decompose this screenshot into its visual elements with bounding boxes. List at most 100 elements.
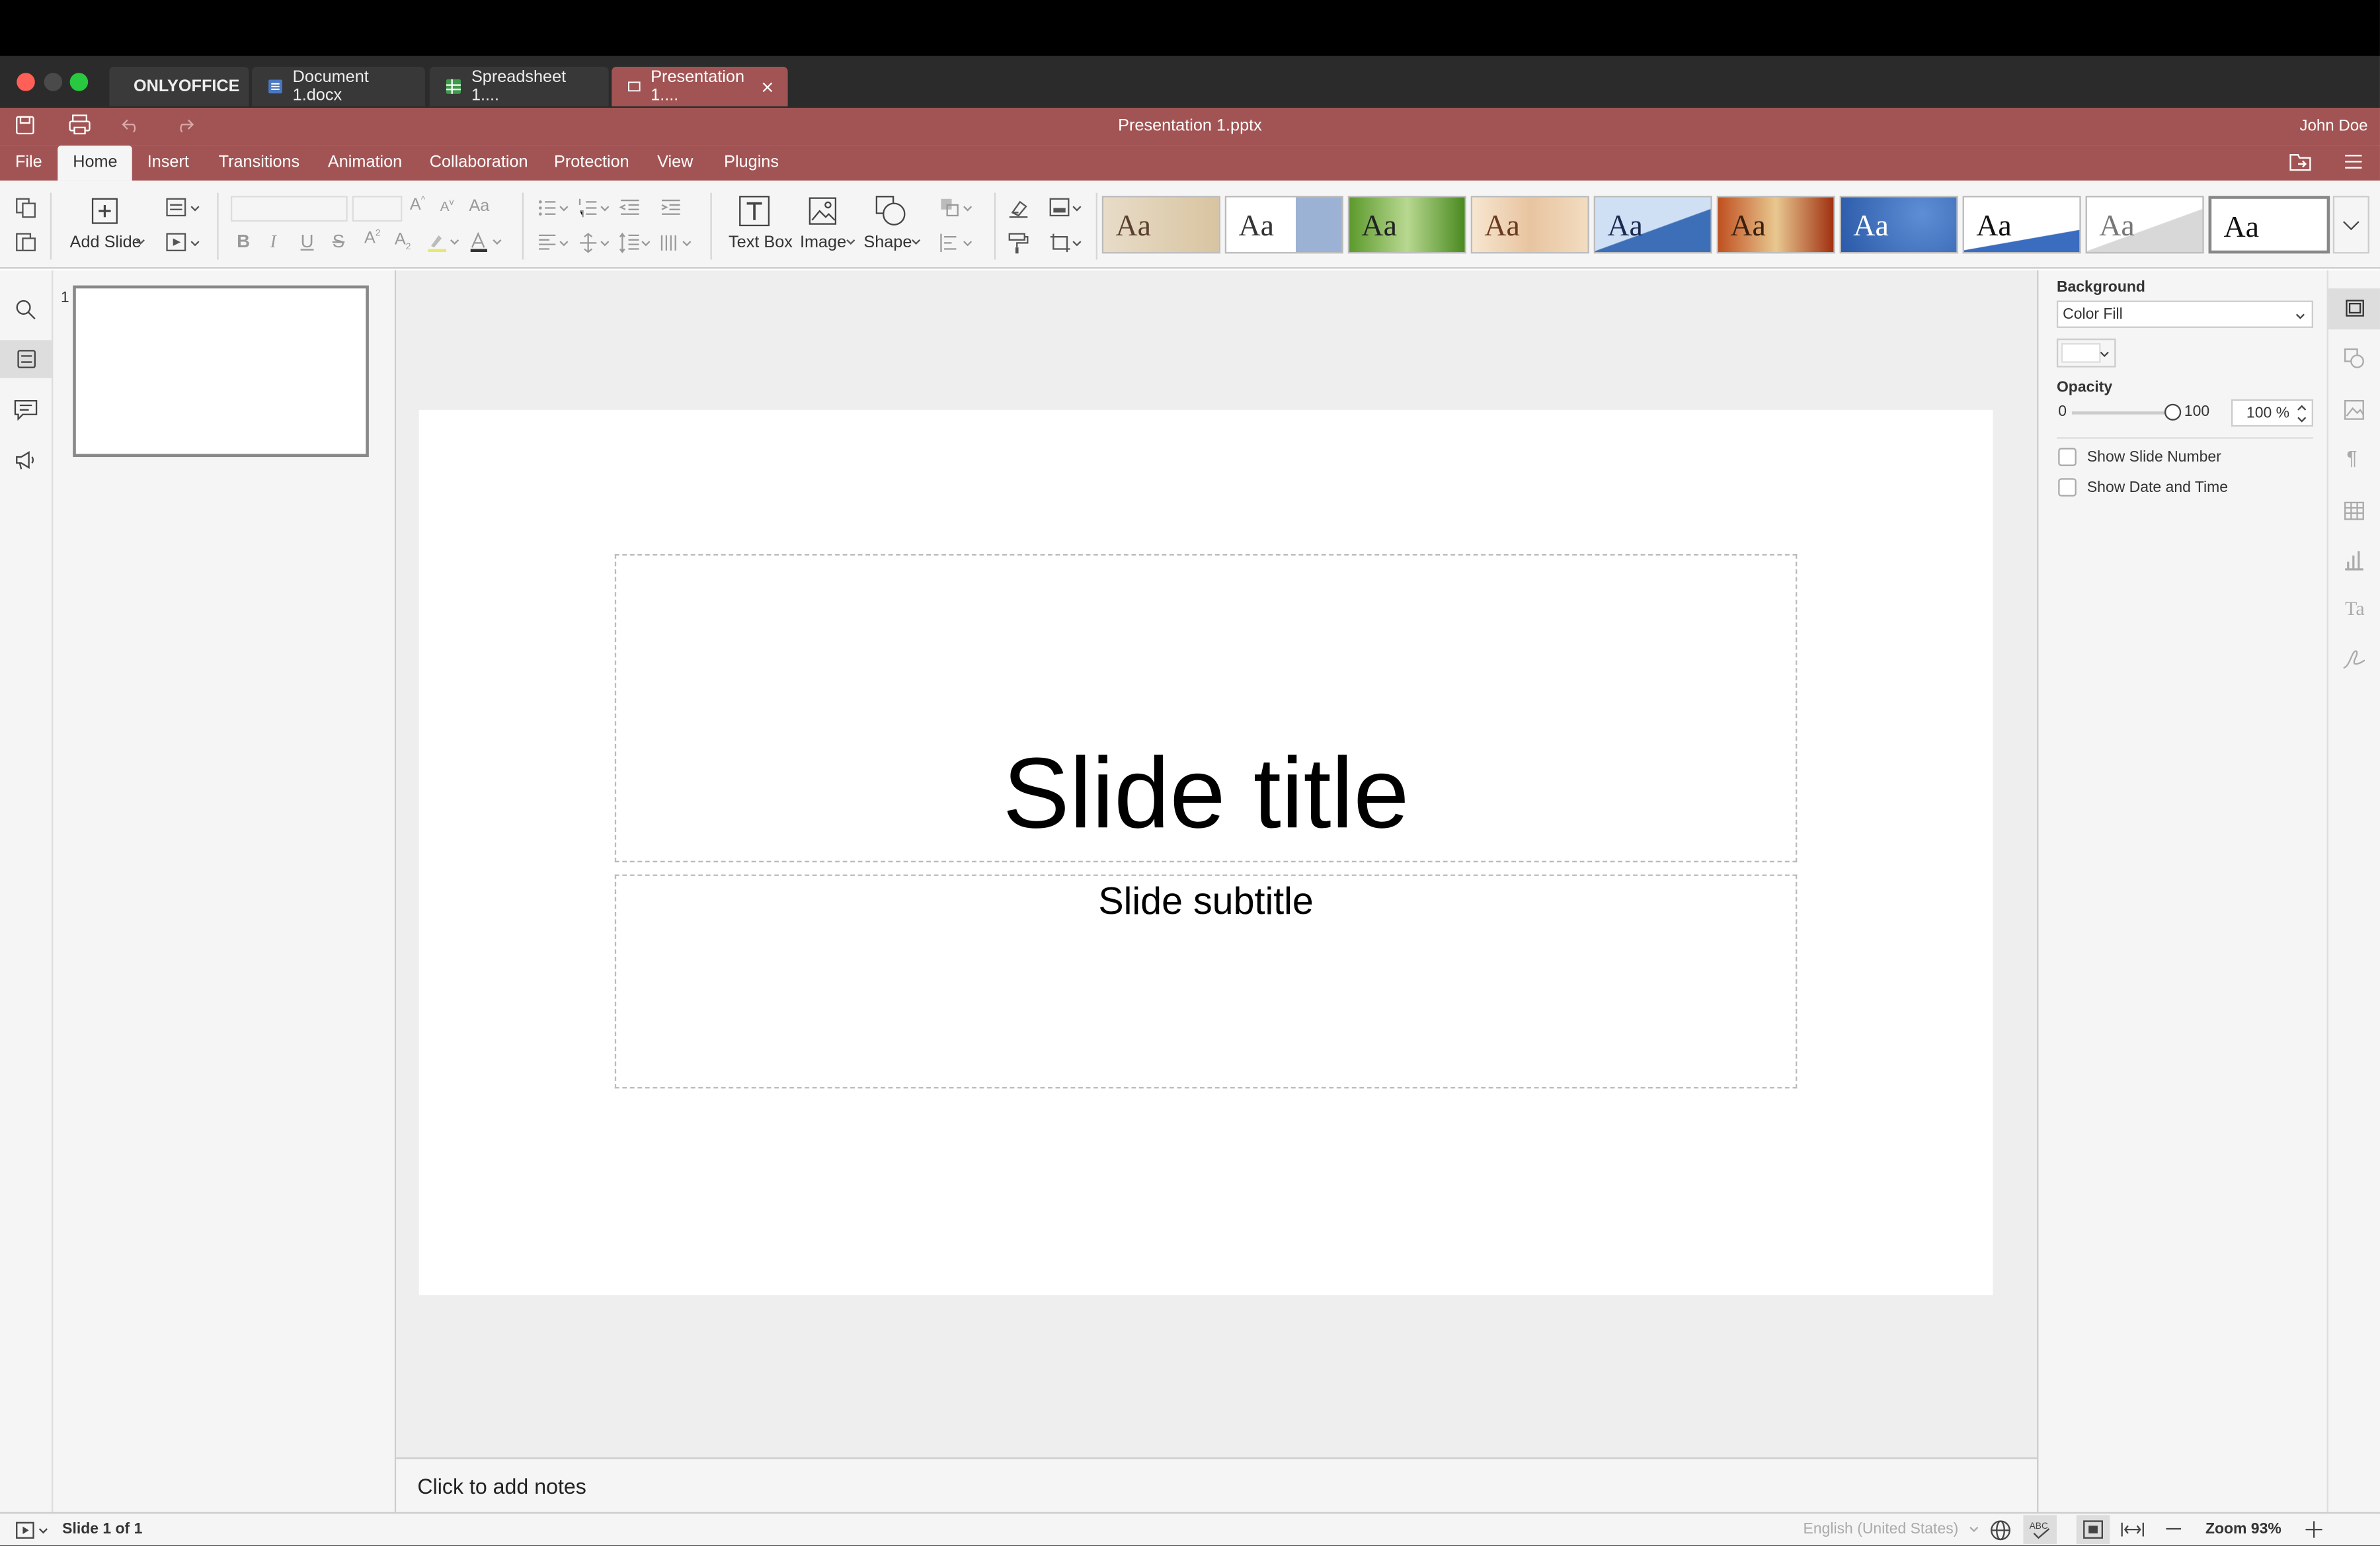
- decrease-font-icon[interactable]: Av: [440, 199, 454, 214]
- slideshow-start-icon[interactable]: [15, 1521, 52, 1539]
- user-name[interactable]: John Doe: [2277, 108, 2367, 145]
- strikethrough-icon[interactable]: S: [333, 231, 344, 252]
- tab-onlyoffice[interactable]: ONLYOFFICE: [109, 67, 249, 106]
- slide-settings-tab[interactable]: [2328, 288, 2380, 330]
- chevron-down-icon[interactable]: [911, 238, 922, 245]
- show-slide-number-checkbox[interactable]: [2058, 448, 2077, 466]
- theme-thumbnail-5[interactable]: Aa: [1593, 196, 1712, 254]
- theme-thumbnail-blank[interactable]: Aa: [2208, 196, 2330, 254]
- paragraph-settings-icon[interactable]: ¶: [2346, 446, 2357, 469]
- font-color-icon[interactable]: [469, 231, 505, 253]
- language-select[interactable]: English (United States): [1804, 1521, 1959, 1537]
- theme-thumbnail-3[interactable]: Aa: [1347, 196, 1466, 254]
- menu-plugins[interactable]: Plugins: [709, 145, 794, 181]
- fit-slide-button[interactable]: [2076, 1515, 2110, 1544]
- zoom-in-icon[interactable]: [2305, 1521, 2322, 1538]
- show-date-time-checkbox[interactable]: [2058, 478, 2077, 497]
- font-family-select[interactable]: [230, 196, 348, 222]
- tab-presentation[interactable]: Presentation 1....: [612, 67, 788, 106]
- vertical-align-icon[interactable]: [578, 232, 612, 253]
- paste-icon[interactable]: [15, 231, 36, 252]
- print-icon[interactable]: [68, 114, 91, 135]
- notes-placeholder[interactable]: Click to add notes: [417, 1474, 586, 1498]
- menu-animation[interactable]: Animation: [313, 145, 417, 181]
- change-color-theme-icon[interactable]: [1049, 197, 1085, 218]
- comments-icon[interactable]: [14, 399, 38, 421]
- slide-thumbnail[interactable]: [73, 285, 369, 458]
- bold-icon[interactable]: B: [237, 231, 250, 252]
- maximize-window-button[interactable]: [69, 73, 89, 91]
- redo-icon[interactable]: [175, 117, 194, 134]
- open-file-location-icon[interactable]: [2289, 152, 2311, 172]
- undo-icon[interactable]: [122, 117, 141, 134]
- theme-thumbnail-1[interactable]: Aa: [1101, 196, 1220, 254]
- chart-settings-icon[interactable]: [2344, 549, 2365, 571]
- table-settings-icon[interactable]: [2344, 501, 2365, 521]
- numbering-icon[interactable]: [578, 197, 612, 218]
- zoom-out-icon[interactable]: [2166, 1527, 2182, 1531]
- align-objects-icon[interactable]: [939, 232, 976, 253]
- tab-spreadsheet[interactable]: Spreadsheet 1....: [429, 67, 609, 106]
- chevron-down-icon[interactable]: [846, 238, 856, 245]
- chevron-down-icon[interactable]: [1969, 1526, 1979, 1533]
- highlight-color-icon[interactable]: [426, 231, 463, 253]
- menu-insert[interactable]: Insert: [132, 145, 204, 181]
- add-slide-icon[interactable]: [91, 197, 118, 224]
- search-icon[interactable]: [15, 299, 36, 320]
- save-icon[interactable]: [15, 115, 35, 135]
- change-case-icon[interactable]: Aa: [469, 197, 489, 216]
- show-slide-number-label[interactable]: Show Slide Number: [2087, 450, 2221, 466]
- theme-thumbnail-4[interactable]: Aa: [1470, 196, 1589, 254]
- italic-icon[interactable]: I: [270, 231, 276, 253]
- signature-settings-icon[interactable]: [2342, 648, 2367, 671]
- shape-label[interactable]: Shape: [863, 234, 912, 253]
- menu-transitions[interactable]: Transitions: [204, 145, 315, 181]
- slides-panel-toggle[interactable]: [0, 340, 54, 378]
- text-box-icon[interactable]: [738, 194, 772, 228]
- bullets-icon[interactable]: [537, 197, 571, 218]
- subtitle-placeholder[interactable]: Slide subtitle: [614, 874, 1798, 1089]
- menu-home[interactable]: Home: [58, 145, 133, 181]
- theme-thumbnail-6[interactable]: Aa: [1716, 196, 1835, 254]
- background-color-picker[interactable]: [2056, 338, 2116, 368]
- slide-title-text[interactable]: Slide title: [1003, 743, 1409, 861]
- increase-indent-icon[interactable]: [660, 197, 682, 218]
- title-placeholder[interactable]: Slide title: [614, 554, 1798, 863]
- slide-subtitle-text[interactable]: Slide subtitle: [616, 876, 1796, 924]
- close-tab-icon[interactable]: [762, 80, 773, 94]
- copy-style-icon[interactable]: [1008, 232, 1029, 254]
- increase-font-icon[interactable]: A^: [410, 196, 425, 214]
- theme-thumbnail-2[interactable]: Aa: [1224, 196, 1343, 254]
- slide-size-icon[interactable]: [1049, 232, 1085, 253]
- shape-settings-icon[interactable]: [2344, 348, 2365, 369]
- globe-icon[interactable]: [1990, 1520, 2011, 1541]
- menu-view[interactable]: View: [642, 145, 708, 181]
- spell-check-button[interactable]: ABC: [2023, 1515, 2057, 1544]
- theme-gallery-expand[interactable]: [2332, 196, 2369, 254]
- menu-collaboration[interactable]: Collaboration: [415, 145, 543, 181]
- text-box-label[interactable]: Text Box: [729, 234, 793, 253]
- line-spacing-icon[interactable]: [619, 232, 653, 254]
- theme-thumbnail-8[interactable]: Aa: [1962, 196, 2081, 254]
- image-label[interactable]: Image: [800, 234, 846, 253]
- columns-icon[interactable]: [660, 232, 694, 253]
- add-slide-label[interactable]: Add Slide: [70, 234, 141, 253]
- opacity-slider-thumb[interactable]: [2164, 403, 2182, 421]
- menu-file[interactable]: File: [0, 145, 58, 181]
- horizontal-align-icon[interactable]: [537, 232, 571, 253]
- menu-protection[interactable]: Protection: [539, 145, 645, 181]
- shape-icon[interactable]: [874, 194, 908, 228]
- arrange-icon[interactable]: [939, 197, 976, 218]
- feedback-icon[interactable]: [14, 450, 38, 471]
- start-slideshow-icon[interactable]: [165, 232, 202, 253]
- background-fill-select[interactable]: Color Fill: [2056, 300, 2313, 328]
- font-size-select[interactable]: [352, 196, 403, 222]
- chevron-down-icon[interactable]: [135, 238, 145, 245]
- fit-width-icon[interactable]: [2120, 1521, 2145, 1537]
- show-date-time-label[interactable]: Show Date and Time: [2087, 480, 2228, 497]
- hamburger-menu-icon[interactable]: [2344, 153, 2363, 170]
- opacity-slider-track[interactable]: [2071, 411, 2174, 415]
- image-settings-icon[interactable]: [2344, 399, 2365, 421]
- minimize-window-button[interactable]: [44, 73, 63, 91]
- close-window-button[interactable]: [17, 73, 35, 91]
